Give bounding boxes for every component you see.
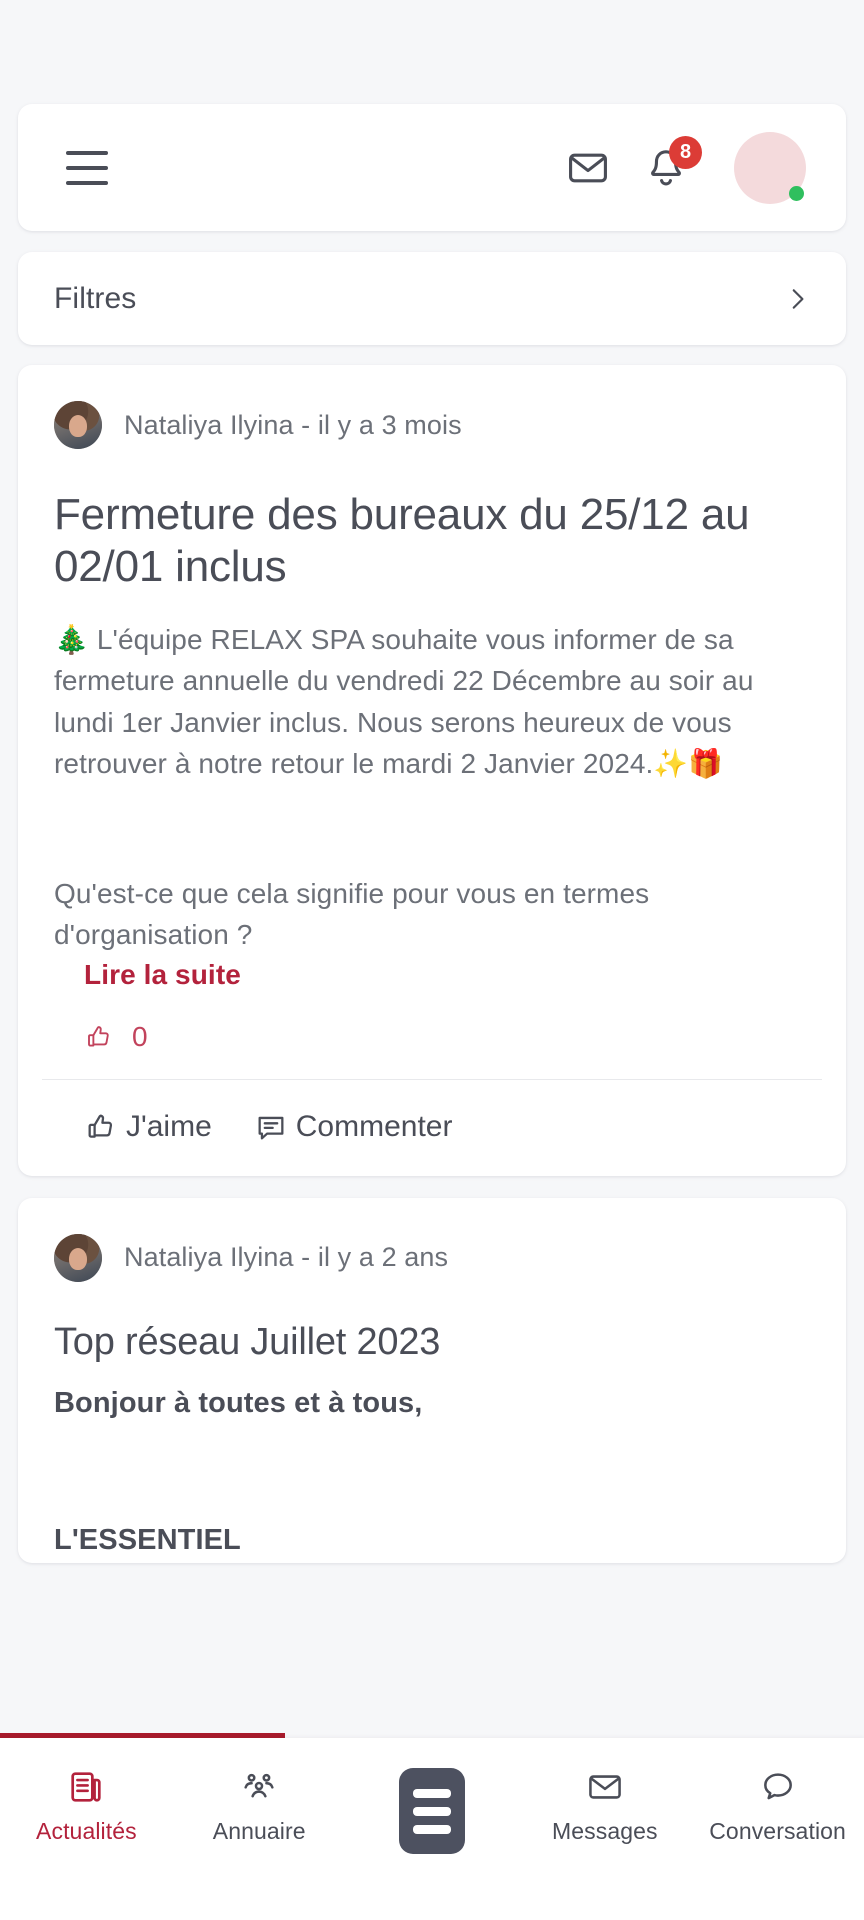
post-section-heading: L'ESSENTIEL: [54, 1524, 241, 1557]
online-status-dot: [789, 185, 804, 201]
menu-bar: [412, 1824, 451, 1834]
nav-label: Actualités: [36, 1818, 137, 1844]
menu-list-button-icon: [398, 1768, 465, 1854]
menu-bar: [412, 1788, 451, 1798]
header-actions: 8: [566, 131, 806, 204]
hamburger-bar: [66, 180, 108, 185]
post-paragraph: 🎄 L'équipe RELAX SPA souhaite vous infor…: [54, 623, 754, 780]
nav-item-actualites[interactable]: Actualités: [0, 1768, 173, 1845]
post-title[interactable]: Top réseau Juillet 2023: [54, 1320, 810, 1365]
nav-item-messages[interactable]: Messages: [518, 1768, 691, 1845]
avatar-face: [68, 415, 88, 438]
post-bottom-pad: [18, 1562, 846, 1563]
notifications-button[interactable]: 8: [644, 135, 702, 190]
thumbs-up-icon: [88, 1025, 109, 1046]
chevron-right-icon: [792, 288, 804, 309]
notification-badge: 8: [669, 135, 702, 169]
nav-item-conversation[interactable]: Conversation: [691, 1768, 864, 1845]
people-group-icon: [244, 1773, 274, 1798]
hamburger-bar: [66, 165, 108, 170]
post-greeting: Bonjour à toutes et à tous,: [54, 1387, 423, 1420]
comment-bubble-icon: [258, 1116, 284, 1140]
envelope-icon: [569, 153, 607, 182]
comment-button[interactable]: Commenter: [254, 1109, 453, 1144]
like-button-label: J'aime: [126, 1109, 212, 1143]
post-text-gap: [54, 785, 810, 873]
feed-scroll-viewport[interactable]: 8 Filtres Nataliya Ilyina - il y a 3 moi…: [0, 0, 864, 1740]
hamburger-bar: [66, 150, 108, 155]
news-document-icon: [71, 1772, 102, 1802]
post-card: Nataliya Ilyina - il y a 3 mois Fermetur…: [18, 365, 846, 1176]
like-count: 0: [132, 1020, 148, 1052]
menu-bar: [412, 1806, 451, 1816]
chat-bubble-icon: [763, 1773, 792, 1800]
app-header: 8: [18, 104, 846, 231]
post-action-bar: J'aime Commenter: [18, 1080, 846, 1176]
post-header: Nataliya Ilyina - il y a 2 ans: [18, 1198, 846, 1282]
thumbs-up-icon: [88, 1114, 113, 1138]
author-avatar[interactable]: [54, 401, 102, 449]
post-title[interactable]: Fermeture des bureaux du 25/12 au 02/01 …: [54, 489, 810, 593]
post-body: Fermeture des bureaux du 25/12 au 02/01 …: [18, 489, 846, 991]
bottom-navigation-bar: Actualités Annuaire Messages Conversatio…: [0, 1738, 864, 1920]
envelope-icon: [588, 1775, 621, 1799]
filters-label: Filtres: [54, 281, 137, 315]
post-like-summary[interactable]: 0: [18, 991, 846, 1079]
nav-item-menu-center[interactable]: [346, 1768, 519, 1854]
comment-button-label: Commenter: [295, 1109, 453, 1143]
post-author-meta: Nataliya Ilyina - il y a 2 ans: [124, 1242, 449, 1273]
nav-label: Conversation: [709, 1818, 846, 1844]
filters-row[interactable]: Filtres: [18, 252, 846, 345]
nav-label: Annuaire: [212, 1818, 306, 1844]
post-paragraph: Qu'est-ce que cela signifie pour vous en…: [54, 877, 650, 950]
post-card: Nataliya Ilyina - il y a 2 ans Top résea…: [18, 1197, 846, 1564]
post-text-block: 🎄 L'équipe RELAX SPA souhaite vous infor…: [54, 619, 810, 785]
read-more-link[interactable]: Lire la suite: [84, 959, 241, 991]
hamburger-menu-icon[interactable]: [66, 150, 108, 185]
avatar-face: [68, 1247, 88, 1271]
author-avatar[interactable]: [54, 1233, 102, 1282]
nav-label: Messages: [551, 1818, 658, 1844]
messages-button[interactable]: [566, 146, 610, 190]
post-body: Top réseau Juillet 2023 Bonjour à toutes…: [18, 1320, 846, 1563]
nav-item-annuaire[interactable]: Annuaire: [173, 1768, 346, 1845]
app-screen: 8 Filtres Nataliya Ilyina - il y a 3 moi…: [0, 0, 864, 1920]
post-header: Nataliya Ilyina - il y a 3 mois: [18, 365, 846, 449]
post-author-meta: Nataliya Ilyina - il y a 3 mois: [124, 409, 462, 440]
post-text-gap: [54, 1425, 810, 1513]
profile-avatar-button[interactable]: [734, 131, 806, 204]
like-button[interactable]: J'aime: [84, 1110, 212, 1144]
post-text-truncated: Qu'est-ce que cela signifie pour vous en…: [54, 873, 810, 953]
